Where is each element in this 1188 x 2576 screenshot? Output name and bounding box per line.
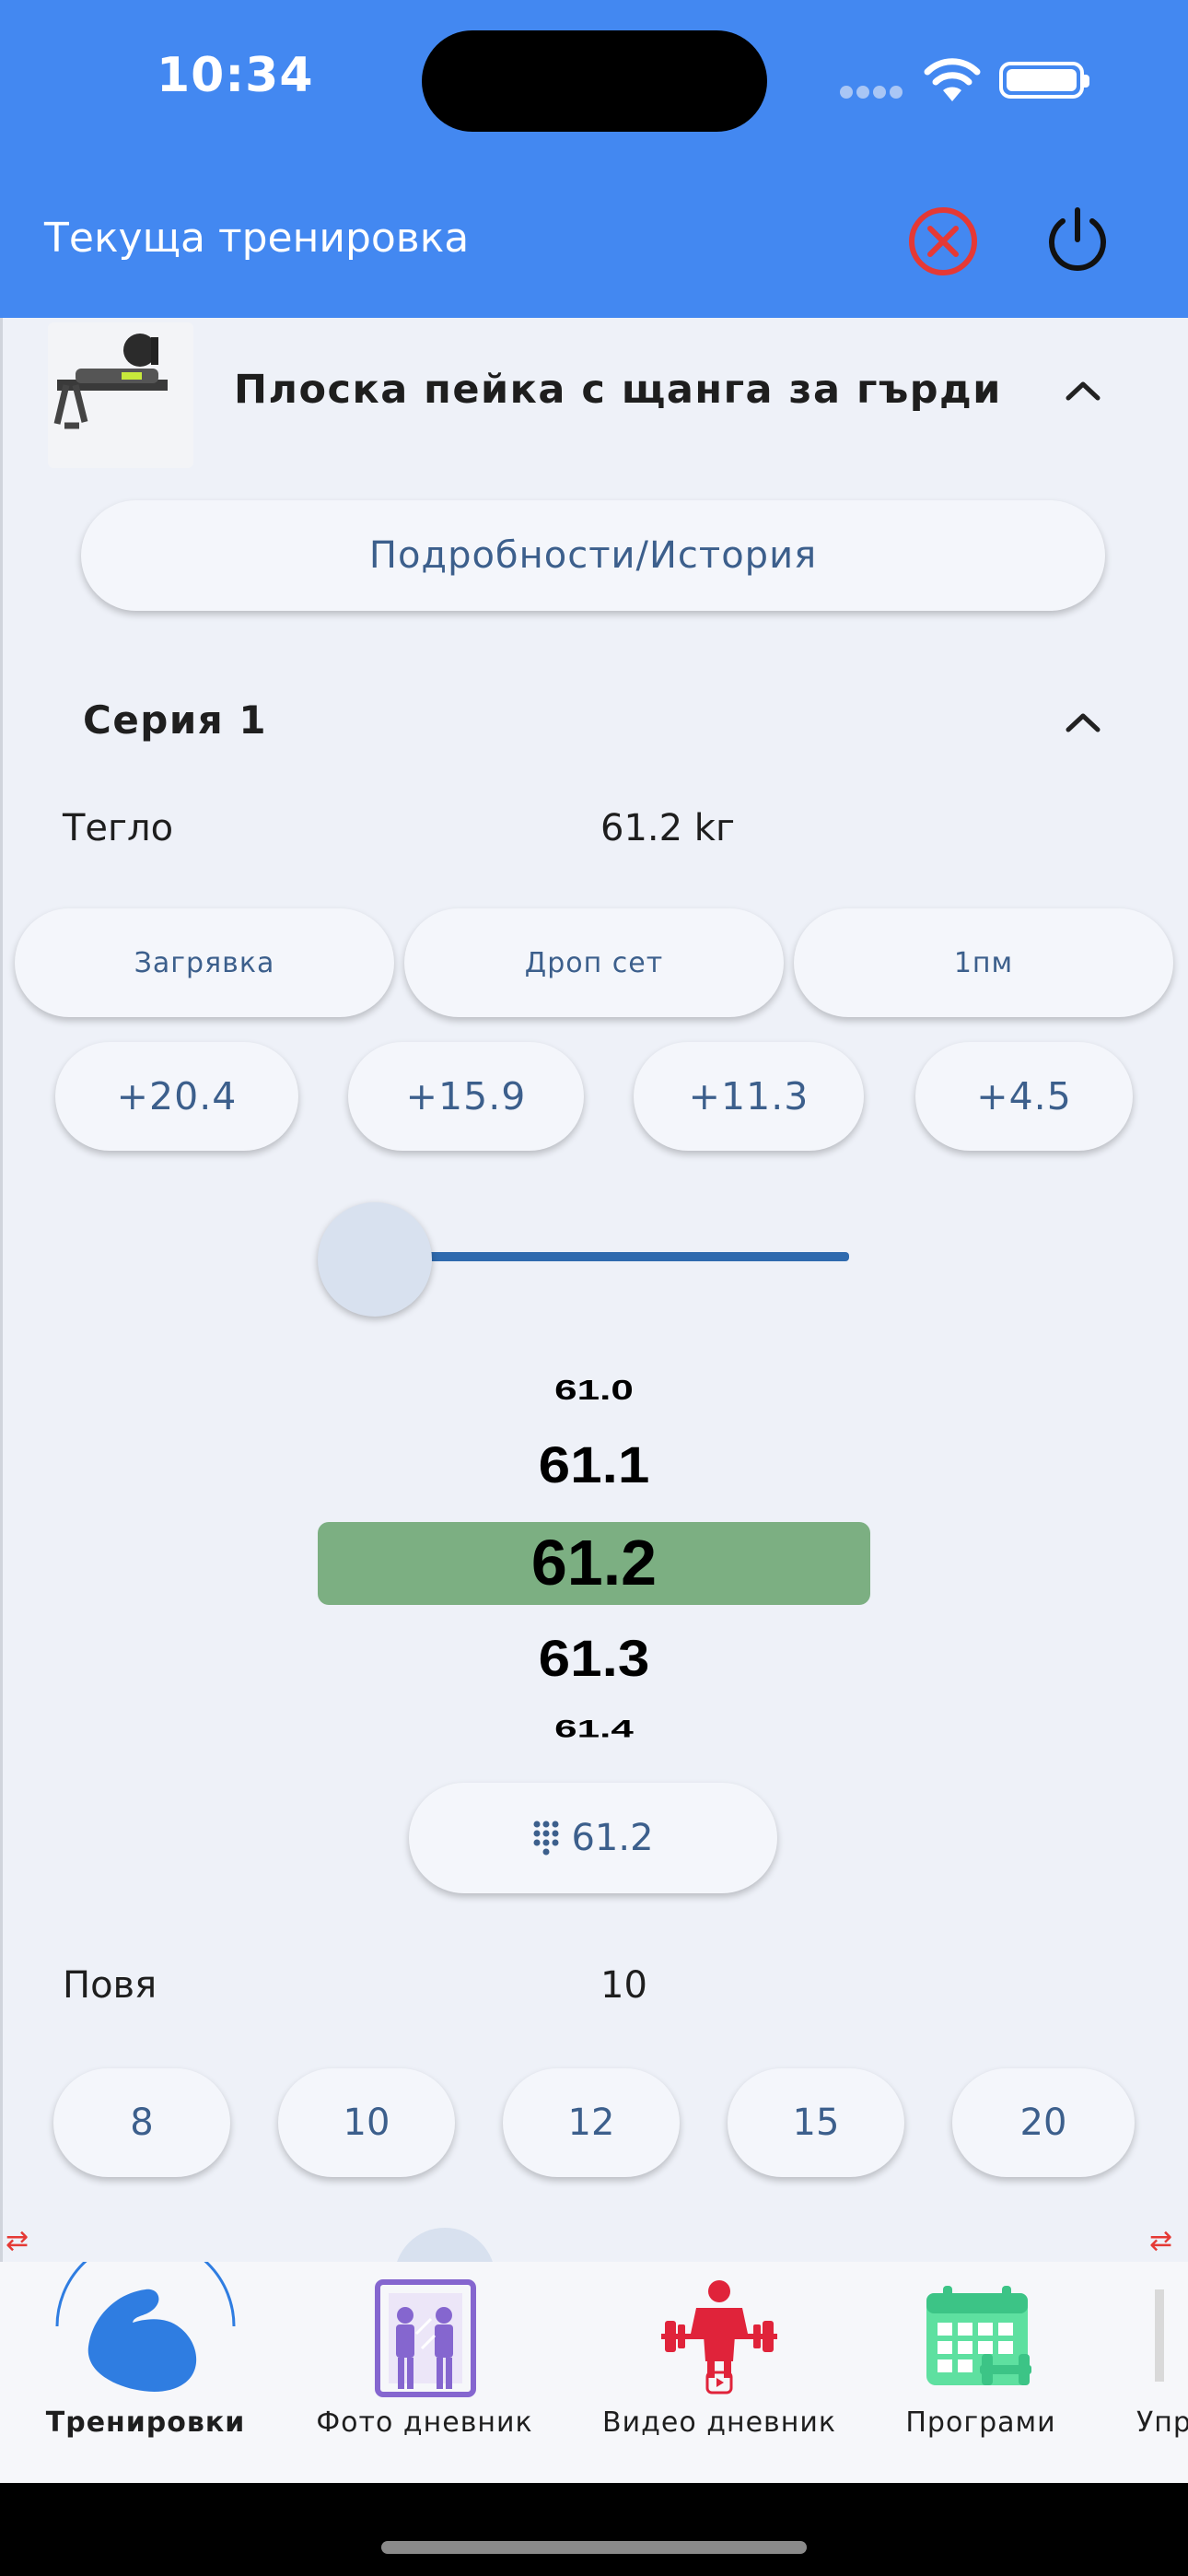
weight-label: Тегло: [63, 807, 174, 849]
increment-button[interactable]: +20.4: [55, 1042, 298, 1151]
close-workout-icon[interactable]: [907, 205, 979, 277]
numpad-button[interactable]: 61.2: [409, 1783, 777, 1893]
reps-option-button[interactable]: 8: [53, 2068, 230, 2177]
page-title: Текуща тренировка: [44, 215, 470, 262]
increment-button[interactable]: +4.5: [915, 1042, 1133, 1151]
reps-label: Повя: [63, 1964, 157, 2007]
weight-value: 61.2 kг: [600, 807, 735, 849]
nav-item-photo-diary[interactable]: Фото дневник: [309, 2262, 540, 2483]
nav-label: Упр: [1136, 2406, 1188, 2439]
exercise-thumbnail: [48, 322, 193, 468]
picker-item[interactable]: 61.1: [318, 1436, 870, 1495]
reps-value: 10: [600, 1964, 647, 2007]
weight-slider-track[interactable]: [405, 1252, 849, 1261]
dynamic-island: [422, 30, 767, 132]
nav-label: Фото дневник: [316, 2406, 533, 2439]
picker-item[interactable]: 61.3: [318, 1630, 870, 1689]
nav-label: Видео дневник: [602, 2406, 836, 2439]
increment-button[interactable]: +11.3: [634, 1042, 864, 1151]
nav-label: Програми: [905, 2406, 1056, 2439]
power-icon[interactable]: [1042, 205, 1112, 276]
exercises-icon: [1155, 2289, 1164, 2382]
nav-item-exercises-partial[interactable]: Упр: [1118, 2262, 1188, 2483]
reps-option-button[interactable]: 15: [728, 2068, 904, 2177]
nav-item-video-diary[interactable]: Видео дневник: [599, 2262, 840, 2483]
picker-item[interactable]: 61.0: [318, 1375, 870, 1407]
drop-set-button[interactable]: Дроп сет: [404, 908, 784, 1017]
numpad-value: 61.2: [571, 1817, 654, 1859]
scroll-left-arrow-icon[interactable]: ⇄: [6, 2225, 29, 2257]
reps-option-button[interactable]: 12: [503, 2068, 680, 2177]
picker-item[interactable]: 61.4: [318, 1715, 870, 1738]
photo-diary-icon: [375, 2279, 476, 2397]
scroll-right-arrow-icon[interactable]: ⇄: [1149, 2225, 1172, 2257]
series-title: Серия 1: [83, 697, 268, 743]
details-history-button[interactable]: Подробности/История: [81, 500, 1105, 611]
nav-label: Тренировки: [45, 2406, 246, 2439]
reps-option-button[interactable]: 20: [952, 2068, 1135, 2177]
one-rep-max-button[interactable]: 1пм: [794, 908, 1173, 1017]
reps-option-button[interactable]: 10: [278, 2068, 455, 2177]
video-diary-icon: [661, 2280, 777, 2395]
picker-item-selected[interactable]: 61.2: [318, 1526, 870, 1599]
battery-icon: [999, 62, 1089, 99]
home-indicator[interactable]: [381, 2541, 807, 2554]
home-indicator-area: [0, 2483, 1188, 2576]
weight-slider-thumb[interactable]: [318, 1202, 432, 1317]
warmup-button[interactable]: Загрявка: [15, 908, 394, 1017]
calendar-icon: [926, 2286, 1031, 2385]
collapse-series-chevron-up-icon[interactable]: [1065, 711, 1101, 733]
keypad-icon: [533, 1821, 559, 1856]
collapse-exercise-chevron-up-icon[interactable]: [1065, 380, 1101, 402]
status-time: 10:34: [157, 48, 314, 103]
exercise-title: Плоска пейка с щанга за гърди: [234, 367, 1002, 413]
nav-item-workouts[interactable]: Тренировки: [0, 2262, 291, 2483]
nav-item-programs[interactable]: Програми: [884, 2262, 1077, 2483]
wifi-icon: [924, 58, 981, 101]
increment-button[interactable]: +15.9: [348, 1042, 584, 1151]
bicep-icon: [55, 2262, 236, 2392]
cellular-signal-icon: [840, 85, 906, 99]
